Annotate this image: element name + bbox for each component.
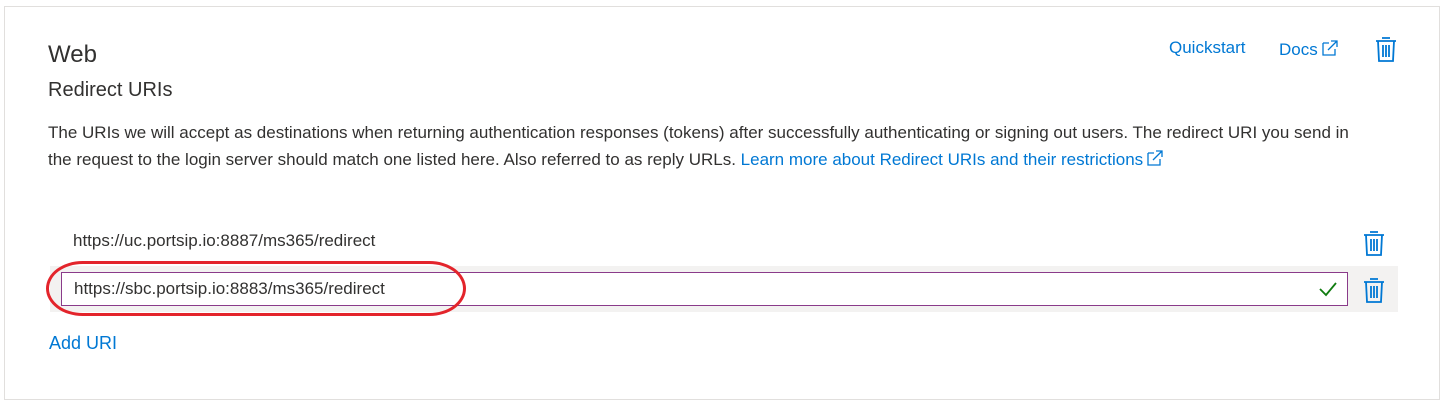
section-subtitle: Redirect URIs xyxy=(48,79,173,101)
learn-more-link[interactable]: Learn more about Redirect URIs and their… xyxy=(741,150,1166,169)
trash-icon[interactable] xyxy=(1362,276,1386,304)
trash-icon[interactable] xyxy=(1362,229,1386,257)
docs-link[interactable]: Docs xyxy=(1279,38,1340,60)
learn-more-label: Learn more about Redirect URIs and their… xyxy=(740,149,1144,169)
docs-link-label: Docs xyxy=(1279,40,1318,59)
section-title: Web xyxy=(48,41,97,68)
redirect-uri-item: https://uc.portsip.io:8887/ms365/redirec… xyxy=(73,231,376,250)
checkmark-icon xyxy=(1319,282,1337,297)
external-link-icon xyxy=(1322,40,1338,56)
redirect-uri-input[interactable] xyxy=(61,272,1348,306)
trash-icon[interactable] xyxy=(1374,35,1398,63)
add-uri-link[interactable]: Add URI xyxy=(49,333,117,354)
external-link-icon xyxy=(1147,149,1163,166)
web-platform-card xyxy=(4,6,1440,400)
section-description: The URIs we will accept as destinations … xyxy=(48,120,1358,173)
quickstart-link[interactable]: Quickstart xyxy=(1169,38,1246,58)
